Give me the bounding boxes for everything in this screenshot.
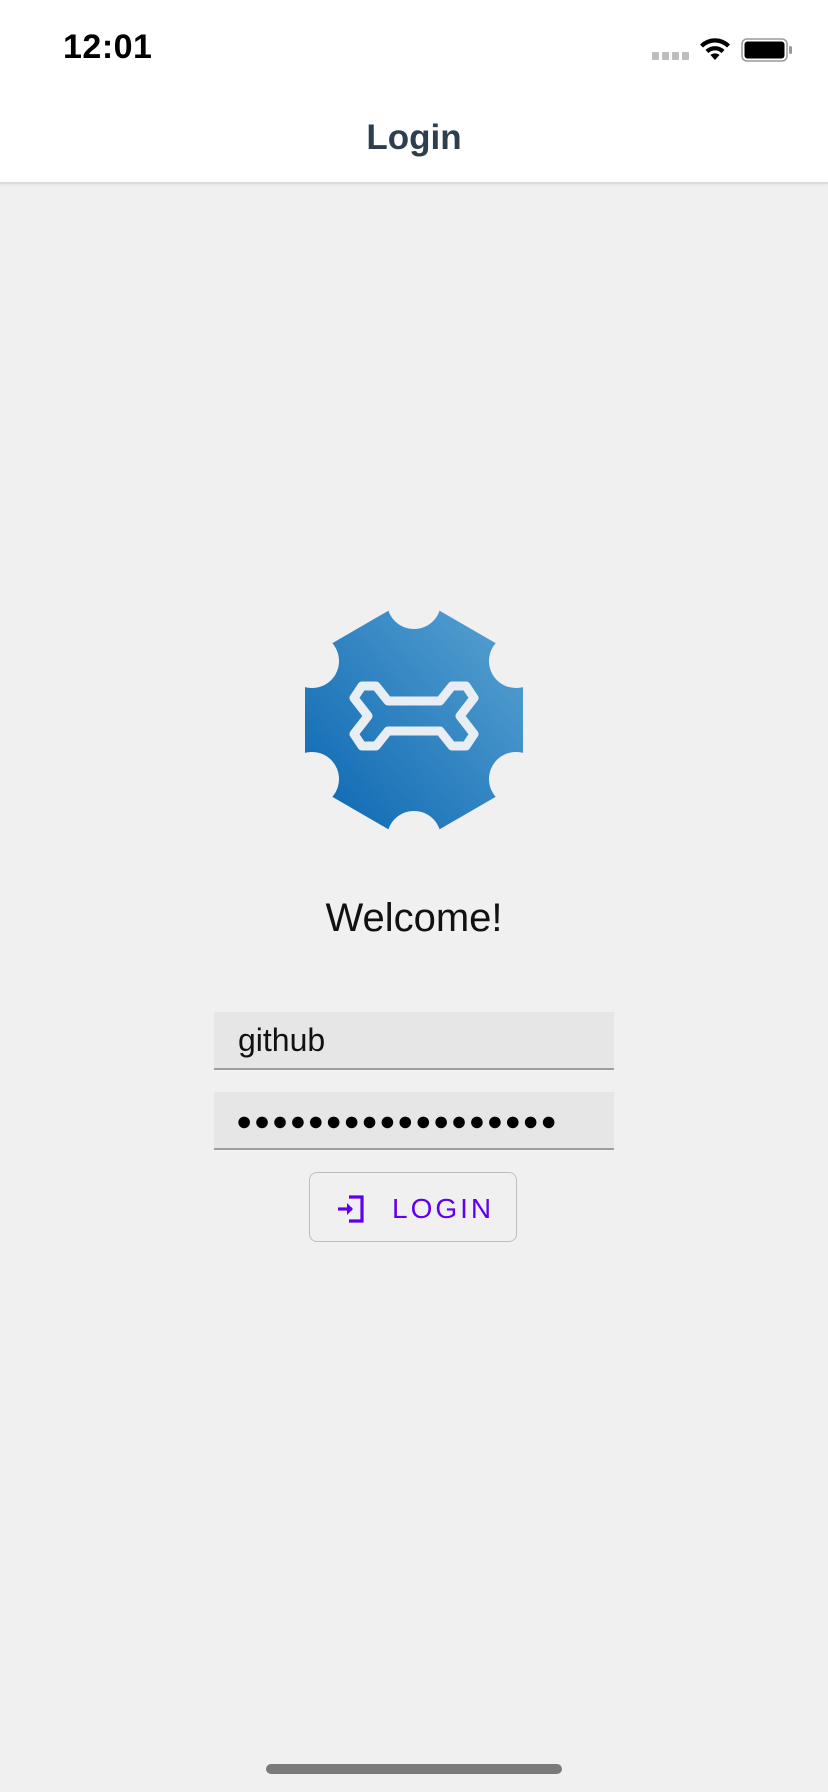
app-logo	[305, 602, 523, 838]
welcome-message: Welcome!	[325, 896, 503, 940]
password-input[interactable]: ●●●●●●●●●●●●●●●●●●	[236, 1092, 606, 1148]
status-time: 12:01	[63, 28, 153, 66]
password-field[interactable]: ●●●●●●●●●●●●●●●●●●	[214, 1092, 614, 1150]
wifi-icon	[700, 38, 730, 60]
username-input[interactable]	[214, 1012, 614, 1068]
battery-icon	[741, 38, 792, 62]
status-bar: 12:01	[0, 0, 828, 92]
login-button[interactable]: LOGIN	[309, 1172, 517, 1242]
cellular-signal-icon	[652, 52, 692, 62]
gear-icon	[305, 602, 523, 838]
login-icon	[338, 1195, 364, 1223]
login-screen: 12:01 Login Welcome! github ●●●●●●●●●●●●…	[0, 0, 828, 1792]
page-title: Login	[366, 118, 462, 157]
home-indicator[interactable]	[266, 1764, 562, 1774]
login-button-label: LOGIN	[392, 1193, 495, 1224]
username-field[interactable]	[214, 1012, 614, 1070]
navigation-bar: Login	[0, 92, 828, 184]
